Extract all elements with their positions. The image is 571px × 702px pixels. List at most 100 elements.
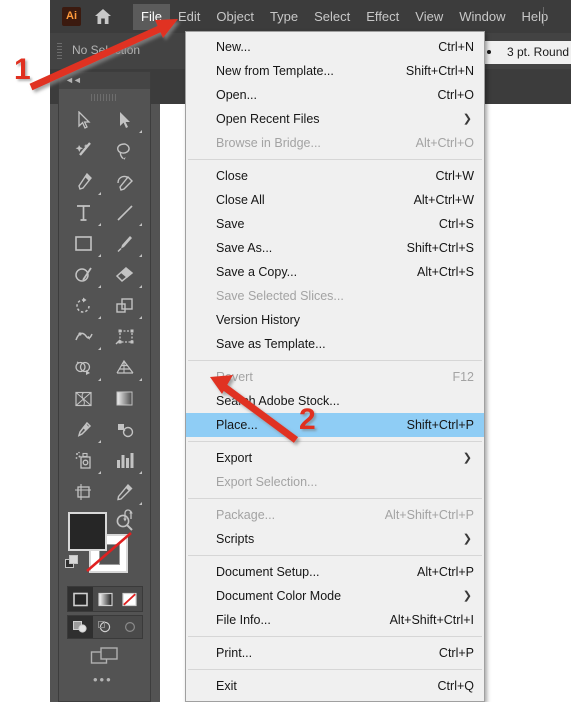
lasso-tool[interactable] — [104, 135, 145, 166]
rotate-tool[interactable] — [63, 290, 104, 321]
menu-item-shortcut: Alt+Shift+Ctrl+P — [384, 508, 474, 522]
menu-item-shortcut: Alt+Ctrl+P — [417, 565, 474, 579]
menu-item-save[interactable]: Save Ctrl+S — [186, 212, 484, 236]
menu-title-effect[interactable]: Effect — [358, 4, 407, 30]
menu-title-type[interactable]: Type — [262, 4, 306, 30]
menu-item-label: Close — [216, 169, 248, 183]
artboard-tool[interactable] — [63, 476, 104, 507]
symbol-sprayer-tool[interactable] — [63, 445, 104, 476]
menu-item-print[interactable]: Print... Ctrl+P — [186, 641, 484, 665]
gradient-mode-button[interactable] — [93, 587, 118, 611]
color-mode-button[interactable] — [68, 587, 93, 611]
more-tools-button[interactable]: ••• — [93, 673, 113, 686]
menu-title-help[interactable]: Help — [513, 4, 556, 30]
menu-item-label: Export Selection... — [216, 475, 318, 489]
menu-item-save-selected-slices: Save Selected Slices... — [186, 284, 484, 308]
menu-item-search-adobe-stock[interactable]: Search Adobe Stock... — [186, 389, 484, 413]
menu-item-shortcut: Ctrl+Q — [437, 679, 474, 693]
menu-item-new[interactable]: New... Ctrl+N — [186, 35, 484, 59]
menu-item-label: Document Color Mode — [216, 589, 342, 603]
swap-fill-stroke-icon[interactable] — [122, 509, 138, 523]
perspective-grid-tool[interactable] — [104, 352, 145, 383]
menu-item-shortcut: Ctrl+P — [438, 646, 474, 660]
type-tool[interactable] — [63, 197, 104, 228]
width-tool[interactable] — [63, 321, 104, 352]
menu-item-save-as[interactable]: Save As... Shift+Ctrl+S — [186, 236, 484, 260]
paintbrush-tool[interactable] — [104, 228, 145, 259]
blend-tool[interactable] — [104, 414, 145, 445]
shaper-tool[interactable] — [63, 259, 104, 290]
menu-item-document-color-mode[interactable]: Document Color Mode ❯ — [186, 584, 484, 608]
gradient-tool[interactable] — [104, 383, 145, 414]
change-screen-mode-button[interactable] — [89, 644, 121, 668]
menu-item-close[interactable]: Close Ctrl+W — [186, 164, 484, 188]
menu-item-shortcut: Ctrl+O — [437, 88, 474, 102]
menu-item-new-from-template[interactable]: New from Template... Shift+Ctrl+N — [186, 59, 484, 83]
magic-wand-tool[interactable] — [63, 135, 104, 166]
menu-item-shortcut: Alt+Ctrl+O — [415, 136, 474, 150]
menu-separator — [188, 441, 482, 442]
menu-item-open-recent-files[interactable]: Open Recent Files ❯ — [186, 107, 484, 131]
menu-item-open[interactable]: Open... Ctrl+O — [186, 83, 484, 107]
menu-item-label: Close All — [216, 193, 265, 207]
home-icon[interactable] — [94, 8, 112, 25]
shape-builder-tool[interactable] — [63, 352, 104, 383]
none-mode-button[interactable] — [117, 587, 142, 611]
free-transform-tool[interactable] — [104, 321, 145, 352]
menu-item-export[interactable]: Export ❯ — [186, 446, 484, 470]
menu-bar-divider — [543, 7, 544, 26]
menu-item-revert: Revert F12 — [186, 365, 484, 389]
menu-title-file[interactable]: File — [133, 3, 170, 30]
menu-title-object[interactable]: Object — [208, 4, 262, 30]
draw-behind-mode-button[interactable] — [93, 616, 118, 638]
menu-item-save-as-template[interactable]: Save as Template... — [186, 332, 484, 356]
menu-item-version-history[interactable]: Version History — [186, 308, 484, 332]
brush-preview-dot-icon — [487, 50, 491, 54]
menu-title-select[interactable]: Select — [306, 4, 358, 30]
fill-color-control[interactable] — [68, 512, 107, 551]
tool-group-corner-icon — [98, 471, 101, 474]
menu-item-label: Print... — [216, 646, 253, 660]
menu-item-document-setup[interactable]: Document Setup... Alt+Ctrl+P — [186, 560, 484, 584]
menu-item-save-a-copy[interactable]: Save a Copy... Alt+Ctrl+S — [186, 260, 484, 284]
menu-title-view[interactable]: View — [407, 4, 451, 30]
menu-title-window[interactable]: Window — [451, 4, 513, 30]
tools-panel-grip[interactable] — [91, 94, 117, 101]
tool-group-corner-icon — [139, 285, 142, 288]
menu-separator — [188, 669, 482, 670]
curvature-tool[interactable] — [104, 166, 145, 197]
rectangle-tool[interactable] — [63, 228, 104, 259]
column-graph-tool[interactable] — [104, 445, 145, 476]
menu-separator — [188, 555, 482, 556]
menu-item-exit[interactable]: Exit Ctrl+Q — [186, 674, 484, 698]
brush-definition-field[interactable]: 3 pt. Round — [479, 41, 571, 64]
tool-group-corner-icon — [98, 285, 101, 288]
control-bar-grip[interactable] — [57, 43, 62, 59]
scale-tool[interactable] — [104, 290, 145, 321]
tools-panel-collapse-button[interactable]: ◄◄ — [59, 72, 150, 89]
eraser-tool[interactable] — [104, 259, 145, 290]
menu-item-label: Place... — [216, 418, 258, 432]
menu-item-scripts[interactable]: Scripts ❯ — [186, 527, 484, 551]
fill-mode-row — [67, 586, 143, 612]
tool-group-corner-icon — [139, 254, 142, 257]
menu-item-label: Revert — [216, 370, 253, 384]
direct-selection-tool[interactable] — [104, 104, 145, 135]
mesh-tool[interactable] — [63, 383, 104, 414]
menu-item-label: Save Selected Slices... — [216, 289, 344, 303]
menu-item-place[interactable]: Place... Shift+Ctrl+P — [186, 413, 484, 437]
tool-group-corner-icon — [139, 471, 142, 474]
line-segment-tool[interactable] — [104, 197, 145, 228]
slice-tool[interactable] — [104, 476, 145, 507]
menu-item-file-info[interactable]: File Info... Alt+Shift+Ctrl+I — [186, 608, 484, 632]
menu-item-close-all[interactable]: Close All Alt+Ctrl+W — [186, 188, 484, 212]
menu-title-edit[interactable]: Edit — [170, 4, 208, 30]
menu-item-shortcut: Shift+Ctrl+P — [406, 418, 474, 432]
draw-normal-mode-button[interactable] — [68, 616, 93, 638]
eyedropper-tool[interactable] — [63, 414, 104, 445]
draw-inside-mode-button[interactable] — [117, 616, 142, 638]
selection-tool[interactable] — [63, 104, 104, 135]
default-fill-stroke-icon[interactable] — [65, 555, 79, 569]
pen-tool[interactable] — [63, 166, 104, 197]
brush-definition-label: 3 pt. Round — [507, 45, 570, 59]
